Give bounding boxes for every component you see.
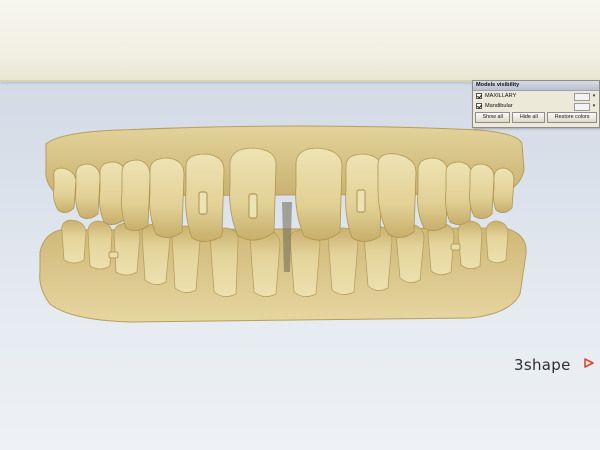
panel-title: Models visibility — [473, 81, 599, 91]
lower-attachment-right — [450, 243, 461, 251]
model-row-mandibular: Mandibular ▾ — [473, 101, 599, 111]
brand-logo-mark-icon — [584, 358, 594, 368]
hide-all-button[interactable]: Hide all — [512, 112, 546, 123]
maxillary-color-picker[interactable] — [574, 93, 590, 101]
mandibular-color-picker[interactable] — [574, 103, 590, 111]
restore-colors-button[interactable]: Restore colors — [547, 112, 597, 123]
chevron-down-icon[interactable]: ▾ — [591, 103, 597, 109]
lower-attachment-left — [108, 251, 119, 259]
brand-logo-text: 3shape — [514, 356, 571, 374]
maxillary-checkbox[interactable] — [476, 93, 482, 99]
model-row-maxillary: MAXILLARY ▾ — [473, 91, 599, 101]
upper-attachment-2 — [248, 193, 258, 219]
show-all-button[interactable]: Show all — [475, 112, 511, 123]
mandibular-checkbox[interactable] — [476, 103, 482, 109]
3d-viewport[interactable] — [0, 82, 600, 450]
models-visibility-panel: Models visibility MAXILLARY ▾ Mandibular… — [472, 80, 600, 128]
top-toolbar-panel — [0, 0, 600, 82]
upper-attachment-1 — [198, 191, 208, 215]
mandibular-label: Mandibular — [485, 103, 513, 109]
upper-attachment-3 — [356, 189, 366, 213]
panel-buttons: Show all Hide all Restore colors — [473, 111, 599, 123]
maxillary-label: MAXILLARY — [485, 93, 517, 99]
chevron-down-icon[interactable]: ▾ — [591, 93, 597, 99]
